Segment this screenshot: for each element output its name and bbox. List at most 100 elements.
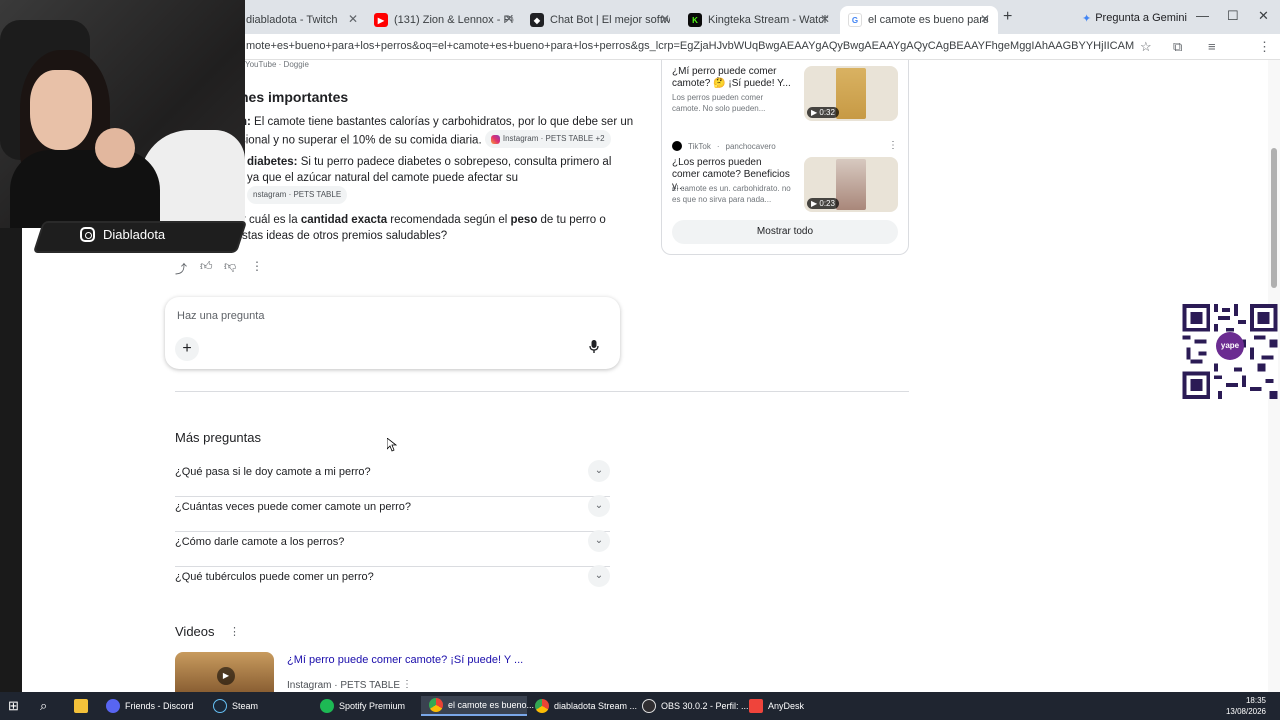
chevron-down-icon[interactable]: ⌄ [588, 565, 610, 587]
menu-kebab-icon[interactable]: ⋮ [1258, 39, 1271, 55]
gemini-icon: ✦ [1082, 12, 1092, 25]
share-icon[interactable]: ⤴ [175, 260, 187, 277]
faq-question: ¿Cómo darle camote a los perros? [175, 536, 345, 548]
search-icon[interactable]: ⌕ [40, 696, 47, 716]
faq-item[interactable]: ¿Cuántas veces puede comer camote un per… [175, 495, 610, 532]
close-tab-icon[interactable]: ✕ [348, 12, 358, 26]
taskbar-chrome-stream[interactable]: diabladota Stream ... [535, 696, 637, 716]
faq-question: ¿Qué pasa si le doy camote a mi perro? [175, 466, 371, 478]
thumbs-up-icon[interactable]: 👍︎ [200, 259, 213, 274]
taskbar-anydesk[interactable]: AnyDesk [749, 696, 804, 716]
close-tab-icon[interactable]: ✕ [660, 12, 670, 26]
tab-chatbot[interactable]: ◆ Chat Bot | El mejor software pa ✕ [522, 6, 678, 34]
add-attachment-button[interactable]: + [175, 337, 199, 361]
close-window-icon[interactable]: ✕ [1258, 8, 1269, 24]
file-explorer-icon[interactable] [74, 696, 88, 716]
gemini-button[interactable]: ✦ Pregunta a Gemini [1074, 8, 1195, 28]
bookmark-star-icon[interactable]: ☆ [1140, 39, 1152, 55]
chip-label: Instagram · PETS TABLE +2 [502, 134, 605, 143]
more-options-icon[interactable]: ⋮ [888, 140, 898, 151]
chevron-down-icon[interactable]: ⌄ [588, 495, 610, 517]
video-source: TikTok · panchocavero [672, 141, 776, 151]
show-all-button[interactable]: Mostrar todo [672, 220, 898, 244]
taskbar-discord[interactable]: Friends - Discord [106, 696, 194, 716]
text-fragment: recomendada según el [387, 214, 511, 226]
faq-item[interactable]: ¿Cómo darle camote a los perros? ⌄ [175, 530, 610, 567]
steam-icon [213, 699, 227, 713]
system-clock[interactable]: 18:35 13/08/2026 [1226, 695, 1266, 717]
faq-item[interactable]: ¿Qué tubérculos puede comer un perro? ⌄ [175, 565, 610, 602]
video-card-desc: el camote es un. carbohidrato. no es que… [672, 184, 791, 204]
bullet-bold: diabetes: [247, 156, 298, 168]
tab-label: (131) Zion & Lennox - Pierdo L [394, 14, 514, 26]
more-options-icon[interactable]: ⋮ [229, 625, 240, 638]
bullet-diabetes: diabetes: Si tu perro padece diabetes o … [247, 154, 647, 204]
video-duration: ▶ 0:32 [807, 107, 839, 118]
instagram-icon [490, 134, 500, 144]
tab-youtube[interactable]: ▶ (131) Zion & Lennox - Pierdo L ✕ [366, 6, 522, 34]
tab-twitch[interactable]: diabladota - Twitch ✕ [238, 6, 366, 34]
taskbar-chrome-active[interactable]: el camote es bueno... [421, 696, 534, 716]
ask-placeholder: Haz una pregunta [177, 310, 265, 322]
tab-label: el camote es bueno para los pe [868, 14, 988, 26]
text-bold: peso [510, 214, 538, 226]
tiktok-icon [672, 141, 682, 151]
duration-text: 0:32 [819, 108, 835, 117]
new-tab-icon[interactable]: + [1003, 8, 1012, 26]
scrollbar-thumb[interactable] [1271, 148, 1277, 288]
video-title-link[interactable]: ¿Mí perro puede comer camote? ¡Sí puede!… [287, 654, 523, 666]
chip-label: nstagram · PETS TABLE [253, 190, 342, 199]
video-card-desc: Los perros pueden comer camote. No solo … [672, 93, 766, 113]
microphone-icon[interactable] [589, 340, 599, 354]
tab-label: Kingteka Stream - Watch Li [708, 14, 828, 26]
bullet-text: El camote tiene bastantes calorías y car… [250, 116, 634, 128]
taskbar-label: Spotify Premium [339, 701, 406, 711]
media-icon[interactable]: ≡ [1208, 39, 1216, 54]
close-tab-icon[interactable]: ✕ [980, 12, 990, 26]
obs-icon [642, 699, 656, 713]
url-input[interactable]: mote+es+bueno+para+los+perros&oq=el+camo… [246, 40, 1134, 52]
video-side-panel: ¿Mí perro puede comer camote? 🤔 ¡Sí pued… [661, 60, 909, 255]
thumbs-down-icon[interactable]: 👎︎ [224, 259, 236, 274]
source-name: TikTok [688, 141, 711, 151]
video-thumbnail[interactable]: ▶ 0:32 [804, 66, 898, 121]
thumbnail-image [836, 68, 866, 119]
yape-logo: yape [1216, 332, 1244, 360]
tab-google-search[interactable]: G el camote es bueno para los pe ✕ [840, 6, 998, 34]
taskbar-label: Friends - Discord [125, 701, 194, 711]
extensions-icon[interactable]: ⧉ [1173, 39, 1182, 55]
tab-label: Chat Bot | El mejor software pa [550, 14, 670, 26]
tab-kick[interactable]: K Kingteka Stream - Watch Li ✕ [680, 6, 838, 34]
gemini-label: Pregunta a Gemini [1095, 12, 1187, 24]
ask-question-box[interactable]: Haz una pregunta + [165, 297, 620, 369]
video-card-title[interactable]: ¿Mí perro puede comer camote? 🤔 ¡Sí pued… [672, 66, 792, 90]
google-icon: G [848, 13, 862, 27]
videos-title: Videos [175, 624, 215, 639]
chevron-down-icon[interactable]: ⌄ [588, 530, 610, 552]
faq-item[interactable]: ¿Qué pasa si le doy camote a mi perro? ⌄ [175, 460, 610, 497]
source-chip[interactable]: Instagram · PETS TABLE +2 [484, 130, 611, 148]
close-tab-icon[interactable]: ✕ [820, 12, 830, 26]
webcam-body [10, 150, 160, 228]
text-bold: cantidad exacta [300, 214, 388, 226]
maximize-icon[interactable]: ☐ [1227, 8, 1239, 24]
taskbar-spotify[interactable]: Spotify Premium [320, 696, 405, 716]
more-options-icon[interactable]: ⋮ [251, 259, 263, 273]
windows-start-icon[interactable]: ⊞ [8, 696, 19, 716]
more-options-icon[interactable]: ⋮ [402, 679, 412, 690]
close-tab-icon[interactable]: ✕ [504, 12, 514, 26]
separator: · [716, 141, 720, 151]
webcam-overlay [0, 0, 245, 228]
taskbar-label: el camote es bueno... [448, 700, 535, 710]
instagram-icon [80, 227, 95, 242]
taskbar-steam[interactable]: Steam [213, 696, 258, 716]
video-thumbnail[interactable]: ▶ [175, 652, 274, 692]
chrome-icon [535, 699, 549, 713]
minimize-icon[interactable]: — [1196, 8, 1209, 23]
video-thumbnail[interactable]: ▶ 0:23 [804, 157, 898, 212]
chevron-down-icon[interactable]: ⌄ [588, 460, 610, 482]
instagram-handle: Diabladota [80, 227, 165, 242]
source-chip[interactable]: nstagram · PETS TABLE [247, 186, 348, 204]
taskbar-obs[interactable]: OBS 30.0.2 - Perfil: ... [642, 696, 749, 716]
folder-icon [74, 699, 88, 713]
